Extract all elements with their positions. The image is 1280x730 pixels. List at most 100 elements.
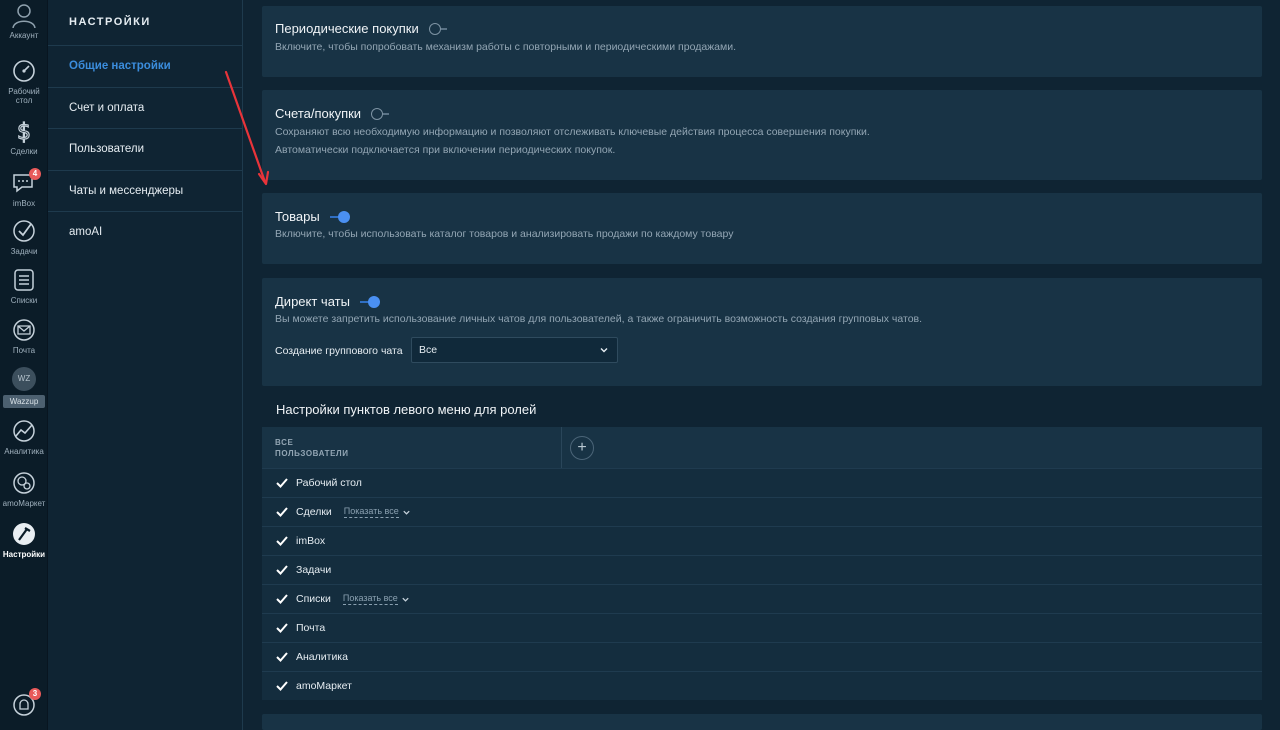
menu-roles-table: ВСЕ ПОЛЬЗОВАТЕЛИ + Рабочий стол Сделки П… — [262, 427, 1262, 700]
table-row: Задачи — [262, 555, 1262, 584]
checkbox-checked-icon[interactable] — [275, 505, 289, 519]
menu-roles-table-header: ВСЕ ПОЛЬЗОВАТЕЛИ + — [262, 427, 1262, 468]
rail-item-analytics[interactable]: Аналитика — [0, 418, 48, 456]
products-title: Товары — [275, 209, 320, 224]
rail-item-market[interactable]: amoМаркет — [0, 470, 48, 508]
rail-item-settings[interactable]: Настройки — [0, 521, 48, 559]
chevron-down-icon[interactable] — [401, 595, 410, 604]
group-chat-select-value: Все — [419, 344, 438, 356]
invoices-desc-line1: Сохраняют всю необходимую информацию и п… — [275, 126, 870, 138]
rail-item-deals[interactable]: $ Сделки — [0, 118, 48, 156]
main-navigation-rail: Аккаунт Рабочий стол $ Сделки 4 imBox За… — [0, 0, 48, 730]
rail-label-lists: Списки — [10, 296, 38, 305]
nav-chats-messengers[interactable]: Чаты и мессенджеры — [48, 171, 242, 212]
row-label: Сделки — [296, 506, 332, 518]
svg-text:$: $ — [17, 120, 31, 144]
checkbox-checked-icon[interactable] — [275, 679, 289, 693]
market-icon — [13, 472, 35, 494]
invoices-title: Счета/покупки — [275, 106, 362, 121]
rail-label-tasks: Задачи — [10, 247, 38, 256]
wazzup-icon: WZ — [12, 367, 36, 391]
table-row: Сделки Показать все — [262, 497, 1262, 526]
group-chat-select[interactable]: Все — [411, 337, 618, 363]
checkbox-checked-icon[interactable] — [275, 621, 289, 635]
products-toggle[interactable] — [329, 210, 350, 223]
show-all-link[interactable]: Показать все — [343, 506, 399, 518]
table-row: Почта — [262, 613, 1262, 642]
analytics-icon — [13, 420, 35, 442]
chevron-down-icon[interactable] — [402, 508, 411, 517]
column-divider — [561, 427, 562, 468]
account-label: Аккаунт — [9, 31, 39, 40]
direct-chats-card: Директ чаты Вы можете запретить использо… — [262, 278, 1262, 386]
table-row: Аналитика — [262, 642, 1262, 671]
checkbox-checked-icon[interactable] — [275, 534, 289, 548]
rail-item-imbox[interactable]: 4 imBox — [0, 168, 48, 208]
column-header-line1: ВСЕ — [275, 438, 294, 447]
rail-item-wazzup[interactable]: WZ Wazzup — [0, 367, 48, 408]
settings-main: Периодические покупки Включите, чтобы по… — [244, 0, 1280, 730]
user-avatar-icon — [12, 4, 36, 28]
direct-chats-desc: Вы можете запретить использование личных… — [275, 313, 923, 325]
invoices-toggle[interactable] — [371, 107, 391, 120]
all-users-column-header: ВСЕ ПОЛЬЗОВАТЕЛИ — [275, 437, 349, 459]
checkbox-checked-icon[interactable] — [275, 476, 289, 490]
table-row: imBox — [262, 526, 1262, 555]
row-label: Аналитика — [296, 651, 348, 663]
task-check-icon — [13, 220, 35, 242]
checkbox-checked-icon[interactable] — [275, 592, 289, 606]
settings-sidebar: НАСТРОЙКИ Общие настройки Счет и оплата … — [48, 0, 243, 730]
show-all-link[interactable]: Показать все — [342, 593, 398, 605]
rail-item-tasks[interactable]: Задачи — [0, 218, 48, 256]
account-menu[interactable]: Аккаунт — [0, 2, 48, 40]
nav-amoai[interactable]: amoAI — [48, 212, 242, 254]
settings-icon — [13, 523, 35, 545]
rail-item-mail[interactable]: Почта — [0, 317, 48, 355]
direct-chats-toggle[interactable] — [359, 295, 380, 308]
rail-label-dashboard: Рабочий стол — [8, 87, 40, 105]
invoices-card: Счета/покупки Сохраняют всю необходимую … — [262, 90, 1262, 180]
rail-label-mail: Почта — [12, 346, 36, 355]
periodic-purchases-title: Периодические покупки — [275, 21, 419, 36]
notifications-button[interactable]: 3 — [0, 688, 48, 721]
row-label: imBox — [296, 535, 326, 547]
table-row: Рабочий стол — [262, 468, 1262, 497]
menu-roles-title: Настройки пунктов левого меню для ролей — [276, 402, 537, 417]
dashboard-icon — [13, 60, 35, 82]
rail-item-lists[interactable]: Списки — [0, 267, 48, 305]
nav-billing[interactable]: Счет и оплата — [48, 88, 242, 129]
settings-title: НАСТРОЙКИ — [48, 0, 242, 46]
periodic-purchases-card: Периодические покупки Включите, чтобы по… — [262, 6, 1262, 77]
nav-users[interactable]: Пользователи — [48, 129, 242, 171]
next-settings-card — [262, 714, 1262, 730]
rail-label-market: amoМаркет — [2, 499, 46, 508]
chevron-down-icon — [600, 348, 608, 353]
row-label: Рабочий стол — [296, 477, 362, 489]
products-desc: Включите, чтобы использовать каталог тов… — [275, 228, 734, 240]
notifications-badge: 3 — [29, 688, 41, 700]
rail-label-settings: Настройки — [2, 550, 46, 559]
rail-label-analytics: Аналитика — [4, 447, 44, 456]
row-label: Задачи — [296, 564, 332, 576]
rail-label-imbox: imBox — [12, 199, 36, 208]
group-chat-label: Создание группового чата — [275, 345, 403, 357]
row-label: Списки — [296, 593, 331, 605]
mail-icon — [13, 319, 35, 341]
row-label: Почта — [296, 622, 326, 634]
dollar-icon: $ — [16, 119, 31, 144]
table-row: Списки Показать все — [262, 584, 1262, 613]
row-label: amoМаркет — [296, 680, 352, 692]
periodic-purchases-toggle[interactable] — [428, 22, 449, 35]
direct-chats-title: Директ чаты — [275, 294, 350, 309]
products-card: Товары Включите, чтобы использовать ката… — [262, 193, 1262, 264]
table-row: amoМаркет — [262, 671, 1262, 700]
rail-item-dashboard[interactable]: Рабочий стол — [0, 58, 48, 105]
checkbox-checked-icon[interactable] — [275, 650, 289, 664]
imbox-badge: 4 — [29, 168, 41, 180]
rail-label-deals: Сделки — [10, 147, 38, 156]
checkbox-checked-icon[interactable] — [275, 563, 289, 577]
nav-general-settings[interactable]: Общие настройки — [48, 46, 242, 88]
periodic-purchases-desc: Включите, чтобы попробовать механизм раб… — [275, 41, 737, 53]
add-role-button[interactable]: + — [570, 436, 594, 460]
column-header-line2: ПОЛЬЗОВАТЕЛИ — [275, 449, 349, 458]
